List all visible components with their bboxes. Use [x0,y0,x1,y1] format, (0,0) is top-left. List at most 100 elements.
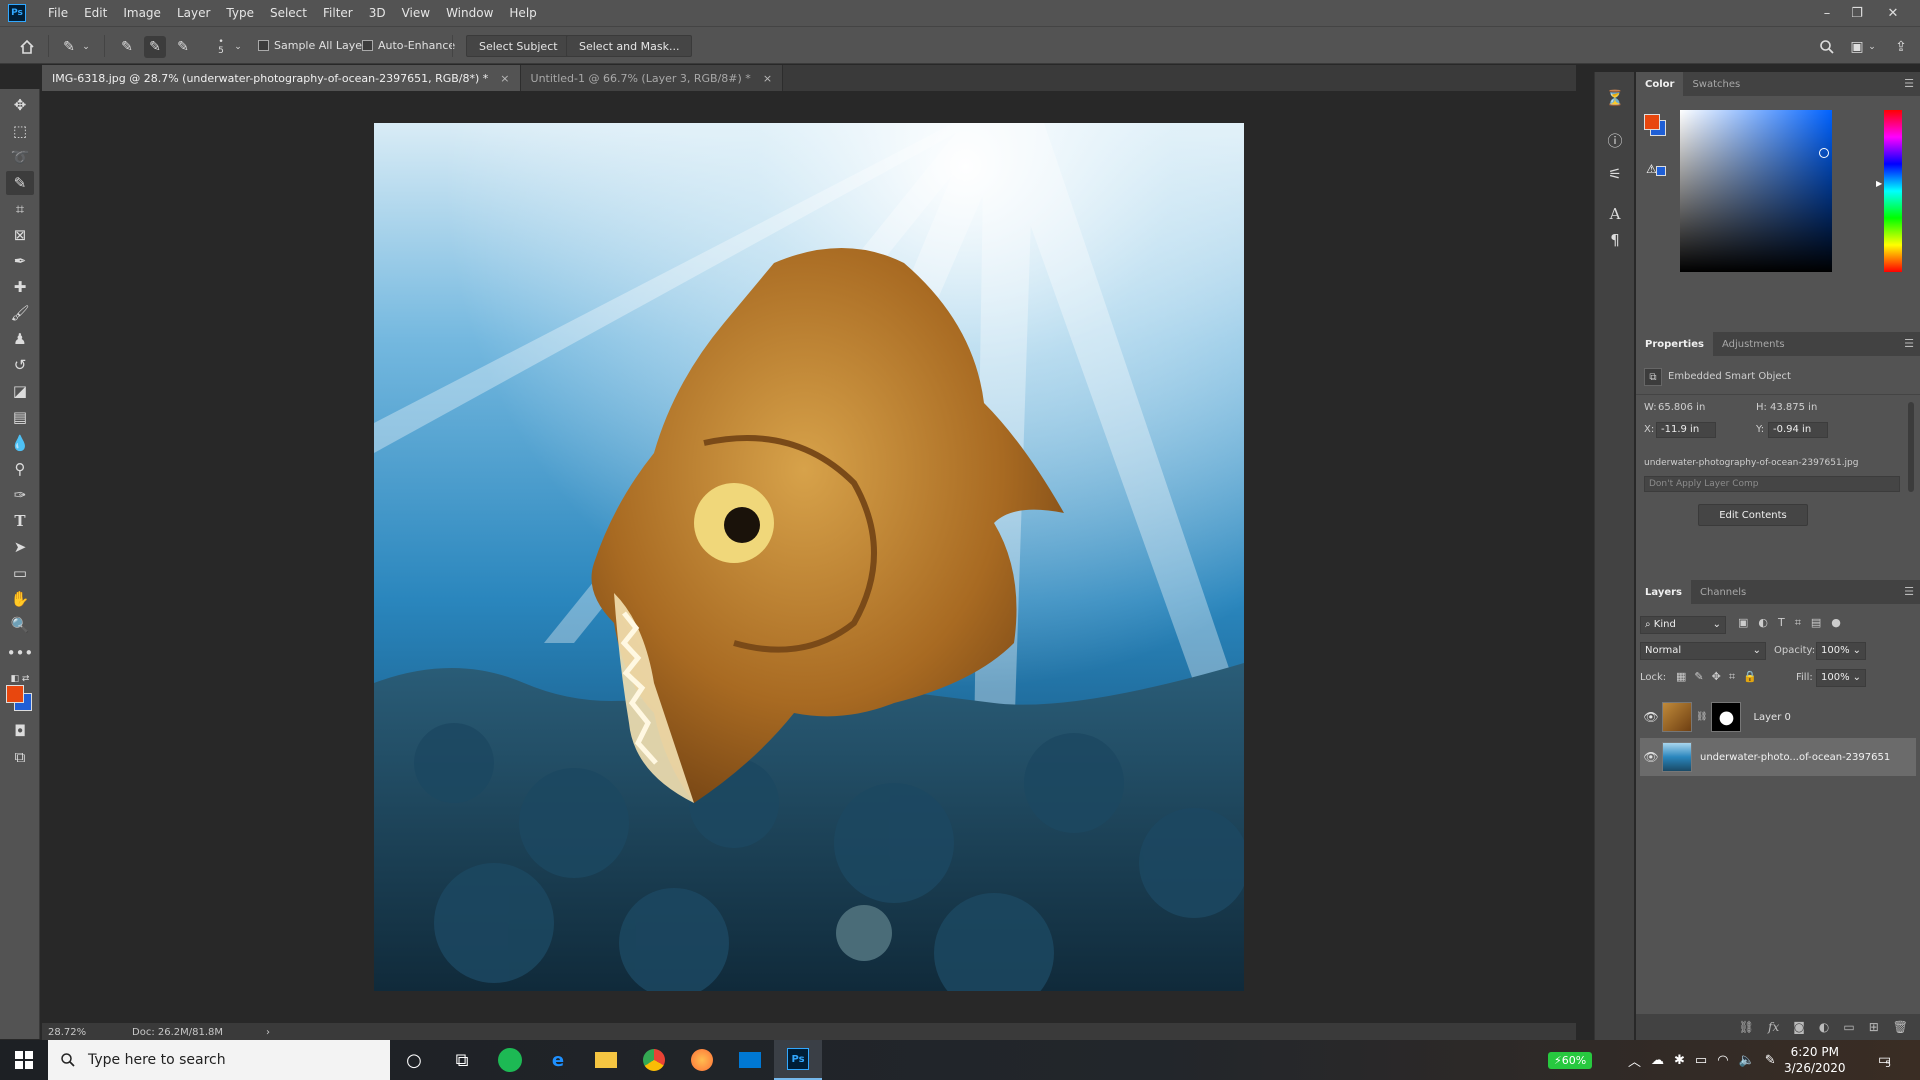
edit-contents-button[interactable]: Edit Contents [1698,504,1808,526]
color-picker-cursor[interactable] [1819,148,1829,158]
firefox-icon[interactable] [678,1040,726,1080]
sample-all-layers-checkbox[interactable]: Sample All Layers [258,39,372,52]
clock[interactable]: 6:20 PM 3/26/2020 [1784,1040,1846,1080]
tab-swatches[interactable]: Swatches [1683,72,1749,96]
opacity-input[interactable]: 100% ⌄ [1816,642,1866,660]
task-view-icon[interactable]: ⧉ [438,1040,486,1080]
close-tab-icon[interactable]: × [763,72,772,85]
tab-untitled-1[interactable]: Untitled-1 @ 66.7% (Layer 3, RGB/8#) * × [520,65,784,91]
tab-color[interactable]: Color [1636,72,1684,96]
menu-file[interactable]: File [40,0,76,26]
eraser-tool-icon[interactable]: ◪ [6,379,34,403]
battery-indicator[interactable]: ⚡60% [1548,1040,1593,1080]
tool-preset-icon[interactable]: ✎ [58,36,80,58]
blur-tool-icon[interactable]: 💧 [6,431,34,455]
color-picker-field[interactable] [1680,110,1832,272]
app-tray-icon[interactable]: ✱ [1674,1053,1685,1068]
menu-3d[interactable]: 3D [361,0,394,26]
screen-mode-icon[interactable]: ⧉ [6,745,34,769]
menu-image[interactable]: Image [115,0,169,26]
status-menu-arrow-icon[interactable]: › [266,1027,270,1038]
menu-type[interactable]: Type [218,0,262,26]
chevron-down-icon[interactable]: ⌄ [80,36,92,58]
workspace-chevron-icon[interactable]: ⌄ [1866,36,1878,58]
select-and-mask-button[interactable]: Select and Mask... [566,35,693,57]
delete-layer-icon[interactable]: 🗑 [1893,1020,1908,1034]
history-icon[interactable]: ⏳ [1603,86,1627,110]
home-icon[interactable] [16,36,38,58]
layer-row-underwater-photo[interactable]: 👁 underwater-photo...of-ocean-2397651 [1640,738,1916,776]
pen-tool-icon[interactable]: ✑ [6,483,34,507]
dodge-tool-icon[interactable]: ⚲ [6,457,34,481]
pen-icon[interactable]: ✎ [1765,1053,1776,1068]
notifications-icon[interactable]: ▭ 5 [1878,1040,1891,1080]
menu-window[interactable]: Window [438,0,501,26]
lasso-tool-icon[interactable]: ➰ [6,145,34,169]
blend-mode-select[interactable]: Normal ⌄ [1640,642,1766,660]
layer-mask-thumbnail[interactable]: ● [1711,702,1742,732]
visibility-eye-icon[interactable]: 👁 [1640,750,1662,764]
paragraph-icon[interactable]: ¶ [1603,228,1627,252]
width-value[interactable]: 65.806 in [1658,402,1705,413]
menu-edit[interactable]: Edit [76,0,115,26]
subtract-from-selection-icon[interactable]: ✎ [172,36,194,58]
quick-mask-icon[interactable]: ◘ [6,719,34,743]
spotify-icon[interactable] [486,1040,534,1080]
layer-filter-icons[interactable]: ▣◐T⌗▤● [1738,616,1851,630]
y-input[interactable]: -0.94 in [1768,422,1828,438]
minimize-icon[interactable]: – [1814,0,1840,26]
add-mask-icon[interactable]: ◙ [1793,1020,1805,1034]
rectangle-tool-icon[interactable]: ▭ [6,561,34,585]
tab-properties[interactable]: Properties [1636,332,1713,356]
type-tool-icon[interactable]: T [6,509,34,533]
photoshop-logo-icon[interactable]: Ps [8,4,26,22]
panel-menu-icon[interactable]: ☰ [1904,77,1914,90]
move-tool-icon[interactable]: ✥ [6,93,34,117]
windows-start-icon[interactable] [0,1040,48,1080]
zoom-tool-icon[interactable]: 🔍 [6,613,34,637]
path-selection-tool-icon[interactable]: ➤ [6,535,34,559]
tab-channels[interactable]: Channels [1691,580,1755,604]
healing-brush-tool-icon[interactable]: ✚ [6,275,34,299]
workspace-icon[interactable]: ▣ [1846,36,1868,58]
layer-style-fx-icon[interactable]: fx [1768,1020,1779,1034]
hue-slider-handle-icon[interactable]: ▶ [1876,179,1882,188]
color-panel-foreground-swatch[interactable] [1644,114,1660,130]
menu-view[interactable]: View [394,0,438,26]
add-to-selection-icon[interactable]: ✎ [144,36,166,58]
height-value[interactable]: 43.875 in [1770,402,1817,413]
panel-menu-icon[interactable]: ☰ [1904,337,1914,350]
gradient-tool-icon[interactable]: ▤ [6,405,34,429]
clone-stamp-tool-icon[interactable]: ♟ [6,327,34,351]
chrome-icon[interactable] [630,1040,678,1080]
hand-tool-icon[interactable]: ✋ [6,587,34,611]
history-brush-tool-icon[interactable]: ↺ [6,353,34,377]
adjustment-layer-icon[interactable]: ◐ [1819,1020,1829,1034]
battery-icon[interactable]: ▭ [1695,1053,1707,1068]
layer-comp-select[interactable]: Don't Apply Layer Comp [1644,476,1900,492]
edge-icon[interactable]: e [534,1040,582,1080]
mail-icon[interactable] [726,1040,774,1080]
tab-adjustments[interactable]: Adjustments [1713,332,1794,356]
layer-row-layer-0[interactable]: 👁 ⛓ ● Layer 0 [1640,698,1916,736]
cortana-icon[interactable]: ○ [390,1040,438,1080]
mask-link-icon[interactable]: ⛓ [1696,712,1707,722]
link-layers-icon[interactable]: ⛓ [1739,1020,1754,1034]
new-layer-icon[interactable]: ⊞ [1869,1020,1879,1034]
quick-selection-tool-icon[interactable]: ✎ [6,171,34,195]
menu-layer[interactable]: Layer [169,0,218,26]
auto-enhance-checkbox[interactable]: Auto-Enhance [362,39,455,52]
volume-icon[interactable]: 🔈 [1739,1053,1755,1068]
new-selection-icon[interactable]: ✎ [116,36,138,58]
brush-settings-icon[interactable]: ⚟ [1603,162,1627,186]
close-tab-icon[interactable]: × [500,72,509,85]
select-subject-button[interactable]: Select Subject [466,35,571,57]
brush-picker-chevron-icon[interactable]: ⌄ [232,36,244,58]
menu-help[interactable]: Help [501,0,544,26]
info-icon[interactable]: ⓘ [1603,128,1627,152]
document-canvas[interactable] [374,123,1244,991]
eyedropper-tool-icon[interactable]: ✒ [6,249,34,273]
x-input[interactable]: -11.9 in [1656,422,1716,438]
menu-select[interactable]: Select [262,0,315,26]
foreground-color-swatch[interactable] [6,685,24,703]
